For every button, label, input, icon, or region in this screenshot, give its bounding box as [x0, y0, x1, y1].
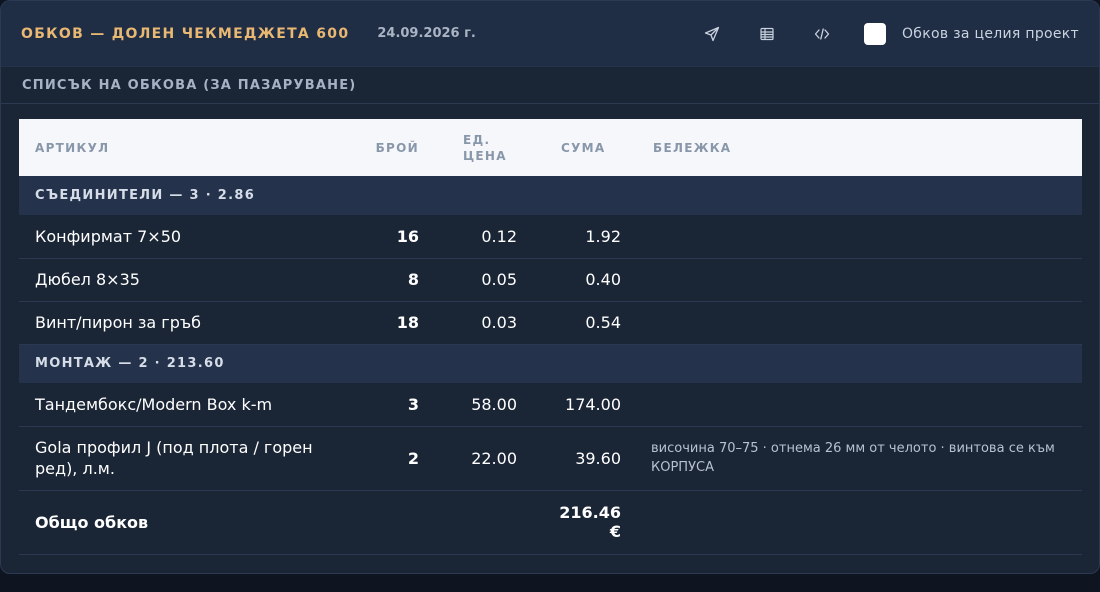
section-title: СПИСЪК НА ОБКОВА (ЗА ПАЗАРУВАНЕ)	[1, 67, 1099, 104]
column-header-unit-price: ЕД. ЦЕНА	[463, 132, 507, 163]
table-row[interactable]: Конфирмат 7×50 16 0.12 1.92	[19, 215, 1082, 259]
note-cell	[637, 383, 1082, 427]
sum-cell: 1.92	[533, 215, 637, 259]
article-cell: Тандембокс/Modern Box k-m	[19, 383, 345, 427]
table-view-button[interactable]	[756, 23, 778, 45]
article-cell: Дюбел 8×35	[19, 258, 345, 302]
column-header-article: АРТИКУЛ	[35, 140, 110, 155]
table-row[interactable]: Дюбел 8×35 8 0.05 0.40	[19, 258, 1082, 302]
table-row[interactable]: Тандембокс/Modern Box k-m 3 58.00 174.00	[19, 383, 1082, 427]
code-icon	[814, 27, 830, 40]
note-cell	[637, 215, 1082, 259]
total-label: Общо обков	[19, 490, 345, 555]
qty-cell: 3	[345, 383, 435, 427]
note-cell	[637, 258, 1082, 302]
column-header-note: БЕЛЕЖКА	[653, 140, 732, 155]
unit-price-cell: 0.12	[435, 215, 533, 259]
unit-price-cell: 0.05	[435, 258, 533, 302]
sum-cell: 0.54	[533, 301, 637, 345]
group-row-connectors: СЪЕДИНИТЕЛИ — 3 · 2.86	[19, 176, 1082, 215]
table-icon	[760, 27, 774, 40]
toolbar: Обков за целия проект	[701, 22, 1079, 45]
send-button[interactable]	[701, 23, 723, 45]
note-cell	[637, 301, 1082, 345]
qty-cell: 2	[345, 426, 435, 491]
article-cell: Gola профил J (под плота / горен ред), л…	[19, 426, 345, 491]
total-sum: 216.46	[559, 503, 621, 522]
total-sum-cell: 216.46 €	[533, 490, 637, 555]
qty-cell: 8	[345, 258, 435, 302]
unit-price-cell: 58.00	[435, 383, 533, 427]
hardware-window: ОБКОВ — ДОЛЕН ЧЕКМЕДЖЕТА 600 24.09.2026 …	[0, 0, 1100, 574]
table-row[interactable]: Gola профил J (под плота / горен ред), л…	[19, 426, 1082, 491]
note-cell: височина 70–75 · отнема 26 мм от челото …	[637, 426, 1082, 491]
code-view-button[interactable]	[811, 23, 833, 45]
unit-price-cell: 22.00	[435, 426, 533, 491]
column-header-sum: СУМА	[561, 140, 606, 155]
hardware-table: АРТИКУЛ БРОЙ ЕД. ЦЕНА СУМА БЕЛЕЖКА СЪЕДИ…	[19, 119, 1082, 555]
article-cell: Конфирмат 7×50	[19, 215, 345, 259]
page-title: ОБКОВ — ДОЛЕН ЧЕКМЕДЖЕТА 600	[21, 25, 350, 42]
top-bar: ОБКОВ — ДОЛЕН ЧЕКМЕДЖЕТА 600 24.09.2026 …	[1, 1, 1099, 67]
qty-cell: 18	[345, 301, 435, 345]
group-row-mounting: МОНТАЖ — 2 · 213.60	[19, 344, 1082, 383]
group-label: СЪЕДИНИТЕЛИ — 3 · 2.86	[35, 188, 256, 203]
column-header-qty: БРОЙ	[375, 140, 419, 155]
table-row[interactable]: Винт/пирон за гръб 18 0.03 0.54	[19, 301, 1082, 345]
total-currency: €	[609, 522, 621, 541]
table-header-row: АРТИКУЛ БРОЙ ЕД. ЦЕНА СУМА БЕЛЕЖКА	[19, 119, 1082, 176]
document-date: 24.09.2026 г.	[377, 26, 476, 41]
sum-cell: 174.00	[533, 383, 637, 427]
qty-cell: 16	[345, 215, 435, 259]
total-row: Общо обков 216.46 €	[19, 490, 1082, 555]
whole-project-checkbox[interactable]	[863, 22, 886, 45]
whole-project-label: Обков за целия проект	[901, 25, 1079, 42]
sum-cell: 39.60	[533, 426, 637, 491]
article-cell: Винт/пирон за гръб	[19, 301, 345, 345]
sum-cell: 0.40	[533, 258, 637, 302]
unit-price-cell: 0.03	[435, 301, 533, 345]
send-icon	[704, 26, 720, 41]
group-label: МОНТАЖ — 2 · 213.60	[35, 356, 225, 372]
